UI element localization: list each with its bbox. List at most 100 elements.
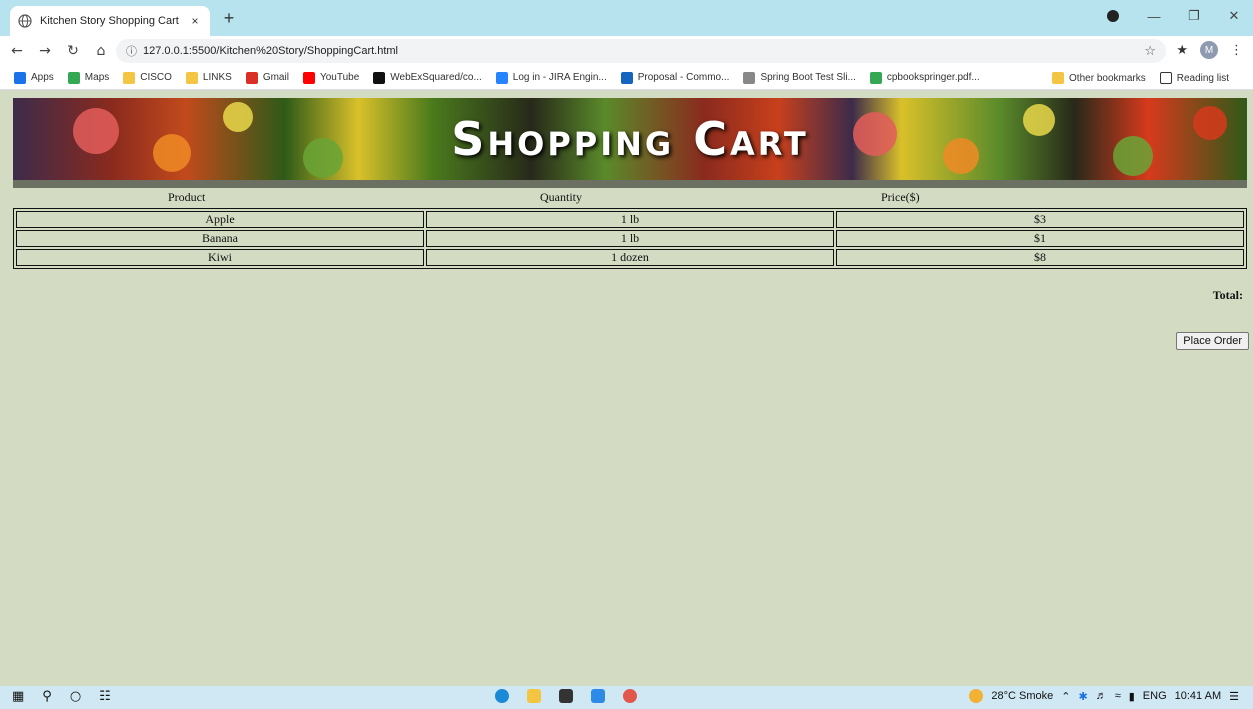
price-cell: $1 [836, 230, 1244, 247]
reload-icon[interactable]: ↻ [62, 43, 84, 59]
bookmark-item[interactable]: YouTube [302, 71, 360, 84]
product-cell: Kiwi [16, 249, 424, 266]
recording-icon[interactable] [1107, 10, 1119, 22]
address-bar-row: ← → ↻ ⌂ ⓘ 127.0.0.1:5500/Kitchen%20Story… [0, 36, 1253, 66]
bookmark-icon [245, 71, 258, 84]
product-cell: Apple [16, 211, 424, 228]
maximize-icon[interactable]: ❐ [1183, 8, 1205, 24]
folder-icon [1052, 72, 1065, 84]
place-order-button[interactable]: Place Order [1176, 332, 1249, 350]
system-tray: 28°C Smoke ⌃ ✱ ♬ ≈ ▮ ENG 10:41 AM ☰ [969, 689, 1239, 703]
minimize-icon[interactable]: — [1143, 9, 1165, 24]
column-header-price: Price($) [881, 190, 920, 204]
bookmark-item[interactable]: Gmail [245, 71, 289, 84]
bookmark-icon [185, 71, 198, 84]
bookmark-label: YouTube [319, 72, 360, 83]
chevron-up-icon[interactable]: ⌃ [1061, 690, 1070, 703]
bookmark-item[interactable]: cpbookspringer.pdf... [869, 71, 980, 84]
price-cell: $8 [836, 249, 1244, 266]
bookmark-icon [373, 71, 386, 84]
bookmark-icon [495, 71, 508, 84]
bookmark-item[interactable]: CISCO [123, 71, 172, 84]
search-icon[interactable]: ⚲ [42, 689, 52, 704]
back-icon[interactable]: ← [6, 43, 28, 59]
reading-list-link[interactable]: Reading list [1159, 72, 1229, 84]
bookmark-icon [743, 71, 756, 84]
file-explorer-icon[interactable] [527, 689, 541, 703]
bookmark-label: Apps [31, 72, 54, 83]
bookmarks-bar: Apps Maps CISCO LINKS Gmail YouTube WebExSquar… [0, 66, 1253, 90]
new-tab-button[interactable]: + [218, 8, 240, 30]
price-cell: $3 [836, 211, 1244, 228]
url-bar[interactable]: ⓘ 127.0.0.1:5500/Kitchen%20Story/Shoppin… [116, 39, 1166, 63]
windows-taskbar: ▦ ⚲ ○ ☷ 28°C Smoke ⌃ ✱ ♬ ≈ ▮ ENG 10:41 A… [0, 686, 1253, 709]
bookmark-star-icon[interactable]: ☆ [1144, 44, 1156, 59]
total-label: Total: [1212, 288, 1243, 302]
other-bookmarks-label: Other bookmarks [1069, 72, 1146, 84]
volume-icon[interactable]: ♬ [1096, 690, 1107, 702]
bookmark-label: Gmail [262, 72, 289, 83]
menu-icon[interactable]: ⋮ [1230, 43, 1243, 58]
extensions-icon[interactable]: ★ [1176, 43, 1188, 58]
taskbar-left: ▦ ⚲ ○ ☷ [12, 689, 111, 704]
bluetooth-icon[interactable]: ✱ [1078, 690, 1087, 703]
taskbar-apps [495, 689, 637, 703]
bookmark-label: Proposal - Commo... [637, 72, 730, 83]
store-icon[interactable] [559, 689, 573, 703]
bookmark-item[interactable]: Apps [14, 71, 54, 84]
cart-table: Apple 1 lb $3 Banana 1 lb $1 Kiwi 1 doze… [13, 208, 1247, 269]
bookmarks-right: Other bookmarks Reading list [1052, 66, 1243, 90]
browser-tab[interactable]: Kitchen Story Shopping Cart × [10, 6, 210, 36]
bookmark-item[interactable]: WebExSquared/co... [373, 71, 482, 84]
bookmark-icon [302, 71, 315, 84]
toolbar-icons: ★ M ⋮ [1176, 41, 1243, 59]
browser-tab-strip: Kitchen Story Shopping Cart × + — ❐ ✕ [0, 0, 1253, 36]
task-view-icon[interactable]: ☷ [99, 689, 111, 704]
bookmark-label: LINKS [202, 72, 232, 83]
banner-image: Shopping Cart [13, 98, 1247, 180]
reading-list-label: Reading list [1176, 72, 1229, 84]
bookmark-item[interactable]: Log in - JIRA Engin... [495, 71, 607, 84]
vscode-icon[interactable] [591, 689, 605, 703]
tab-title: Kitchen Story Shopping Cart [40, 15, 179, 27]
close-window-icon[interactable]: ✕ [1223, 8, 1245, 24]
quantity-cell: 1 lb [426, 230, 834, 247]
reading-list-icon [1159, 72, 1172, 84]
column-header-quantity: Quantity [540, 190, 582, 204]
bookmark-label: Log in - JIRA Engin... [512, 72, 607, 83]
profile-avatar[interactable]: M [1200, 41, 1218, 59]
battery-icon[interactable]: ▮ [1129, 690, 1135, 703]
banner-divider [13, 180, 1247, 188]
bookmark-icon [620, 71, 633, 84]
info-icon[interactable]: ⓘ [126, 43, 137, 59]
bookmark-icon [14, 71, 26, 84]
bookmark-item[interactable]: LINKS [185, 71, 232, 84]
wifi-icon[interactable]: ≈ [1115, 690, 1121, 702]
edge-icon[interactable] [495, 689, 509, 703]
table-row: Kiwi 1 dozen $8 [15, 248, 1245, 267]
bookmark-item[interactable]: Spring Boot Test Sli... [743, 71, 856, 84]
quantity-cell: 1 lb [426, 211, 834, 228]
table-row: Banana 1 lb $1 [15, 229, 1245, 248]
bookmark-label: Maps [84, 72, 110, 83]
notifications-icon[interactable]: ☰ [1229, 690, 1239, 703]
table-row: Apple 1 lb $3 [15, 210, 1245, 229]
quantity-cell: 1 dozen [426, 249, 834, 266]
weather-text[interactable]: 28°C Smoke [991, 690, 1053, 702]
bookmark-icon [869, 71, 882, 84]
weather-icon [969, 689, 984, 703]
tab-close-icon[interactable]: × [188, 14, 202, 28]
cortana-icon[interactable]: ○ [70, 689, 81, 704]
home-icon[interactable]: ⌂ [90, 43, 112, 59]
url-text: 127.0.0.1:5500/Kitchen%20Story/ShoppingC… [143, 45, 398, 57]
forward-icon[interactable]: → [34, 43, 56, 59]
clock-time[interactable]: 10:41 AM [1175, 690, 1221, 702]
bookmark-icon [67, 71, 80, 84]
bookmark-item[interactable]: Maps [67, 71, 110, 84]
windows-start-icon[interactable]: ▦ [12, 689, 24, 704]
product-cell: Banana [16, 230, 424, 247]
bookmark-item[interactable]: Proposal - Commo... [620, 71, 730, 84]
other-bookmarks-link[interactable]: Other bookmarks [1052, 72, 1146, 84]
language-indicator[interactable]: ENG [1143, 690, 1167, 702]
chrome-icon[interactable] [623, 689, 637, 703]
